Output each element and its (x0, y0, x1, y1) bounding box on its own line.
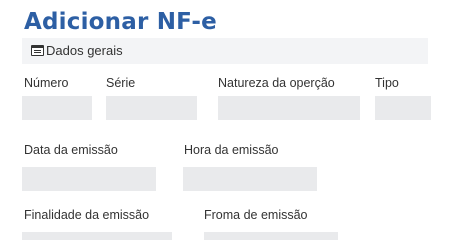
hora-emissao-label: Hora da emissão (184, 143, 279, 157)
forma-emissao-label: Froma de emissão (204, 208, 308, 222)
hora-emissao-input[interactable] (183, 167, 317, 191)
forma-emissao-select[interactable] (204, 232, 338, 240)
add-nfe-form: Adicionar NF-e Dados gerais Número Série… (0, 0, 471, 240)
tipo-label: Tipo (375, 76, 399, 90)
natureza-input[interactable] (218, 96, 360, 120)
page-title: Adicionar NF-e (24, 9, 217, 35)
finalidade-select[interactable] (22, 232, 172, 240)
finalidade-label: Finalidade da emissão (24, 208, 150, 222)
serie-input[interactable] (106, 96, 197, 120)
data-emissao-label: Data da emissão (24, 143, 118, 157)
data-emissao-input[interactable] (22, 167, 156, 191)
list-card-icon (31, 45, 44, 56)
numero-input[interactable] (22, 96, 92, 120)
section-header-general-data: Dados gerais (22, 38, 428, 64)
natureza-label: Natureza da operção (218, 76, 335, 90)
section-label: Dados gerais (46, 43, 123, 58)
serie-label: Série (106, 76, 136, 90)
tipo-select[interactable] (375, 96, 431, 120)
numero-label: Número (24, 76, 69, 90)
